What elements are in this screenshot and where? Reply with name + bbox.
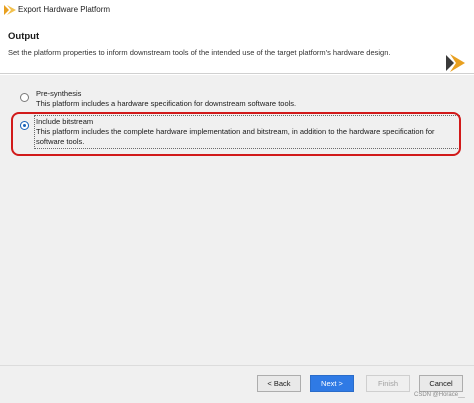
title-bar: Export Hardware Platform <box>0 0 474 22</box>
page-title: Output <box>8 31 40 42</box>
finish-button[interactable]: Finish <box>366 375 410 392</box>
watermark: CSDN @Horace__ <box>414 392 465 398</box>
window-title: Export Hardware Platform <box>18 5 111 14</box>
wizard-footer: < Back Next > Finish Cancel <box>0 365 474 403</box>
wizard-header: Output Set the platform properties to in… <box>0 22 474 74</box>
vivado-logo-icon <box>446 54 465 72</box>
cancel-button[interactable]: Cancel <box>419 375 463 392</box>
option-label: Pre-synthesis <box>36 89 82 98</box>
option-description: This platform includes the complete hard… <box>36 127 435 146</box>
page-description: Set the platform properties to inform do… <box>8 48 391 57</box>
option-include-bitstream[interactable]: Include bitstream This platform includes… <box>14 115 460 153</box>
pre-synthesis-radio[interactable] <box>20 93 29 102</box>
option-description: This platform includes a hardware specif… <box>36 99 297 108</box>
vivado-logo-icon <box>4 5 16 15</box>
options-panel: Pre-synthesis This platform includes a h… <box>0 75 474 365</box>
next-button[interactable]: Next > <box>310 375 354 392</box>
option-pre-synthesis[interactable]: Pre-synthesis This platform includes a h… <box>14 89 460 115</box>
back-button[interactable]: < Back <box>257 375 301 392</box>
option-label: Include bitstream <box>36 117 94 126</box>
include-bitstream-radio[interactable] <box>20 121 29 130</box>
